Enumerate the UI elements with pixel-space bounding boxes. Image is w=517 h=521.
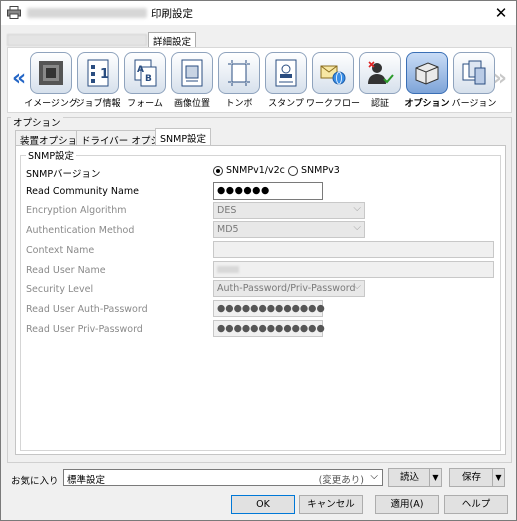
snmp-group-caption: SNMP設定 [26, 148, 77, 162]
auth-password-input[interactable]: ●●●●●●●●●●●●● [213, 300, 325, 317]
favorites-label: お気に入り [11, 476, 59, 487]
favorites-changed: (変更あり) [318, 475, 364, 486]
options-caption: オプション [11, 115, 63, 129]
printer-name-redacted [27, 8, 147, 18]
auth-method-label: Authentication Method [26, 225, 135, 236]
chevron-down-icon: ⌵ [353, 203, 361, 214]
svg-text:1: 1 [100, 67, 109, 82]
printer-icon [7, 6, 21, 19]
encryption-select[interactable]: DES ⌵ [213, 202, 365, 219]
scroll-right-icon[interactable]: » [493, 66, 507, 91]
favorites-value: 標準設定 [67, 475, 106, 486]
read-user-input[interactable] [213, 261, 494, 278]
radio-snmpv3[interactable]: SNMPv3 [288, 165, 340, 176]
stamp-icon [265, 52, 307, 94]
image-position-icon [171, 52, 213, 94]
read-user-label: Read User Name [26, 265, 106, 276]
tool-label: バージョン [451, 99, 497, 109]
read-community-label: Read Community Name [26, 186, 139, 197]
apply-button[interactable]: 適用(A) [375, 495, 439, 514]
radio-label: SNMPv1/v2c [226, 165, 285, 176]
svg-text:A: A [137, 65, 144, 75]
tab-snmp-settings[interactable]: SNMP設定 [155, 128, 212, 146]
save-button[interactable]: 保存 ▼ [449, 468, 505, 487]
load-button-label: 読込 [399, 472, 419, 483]
radio-snmpv1v2c[interactable]: SNMPv1/v2c [213, 165, 285, 176]
workflow-icon [312, 52, 354, 94]
form-icon: AB [124, 52, 166, 94]
tab-printer-redacted[interactable] [7, 34, 147, 46]
ok-button[interactable]: OK [231, 495, 295, 514]
svg-text:B: B [145, 74, 152, 84]
version-icon [453, 52, 495, 94]
job-info-icon: 1 [77, 52, 119, 94]
options-icon [406, 52, 448, 94]
load-dropdown-icon[interactable]: ▼ [429, 469, 441, 486]
crop-marks-icon [218, 52, 260, 94]
read-community-input[interactable]: ●●●●●● [213, 182, 323, 200]
chevron-down-icon: ⌵ [370, 471, 378, 482]
favorites-select[interactable]: 標準設定 (変更あり) ⌵ [63, 469, 383, 486]
close-button[interactable]: ✕ [490, 3, 512, 23]
tab-advanced-settings[interactable]: 詳細設定 [148, 32, 197, 48]
context-name-input[interactable] [213, 241, 494, 258]
context-name-label: Context Name [26, 245, 95, 256]
priv-password-label: Read User Priv-Password [26, 324, 143, 335]
help-button[interactable]: ヘルプ [444, 495, 508, 514]
priv-password-input[interactable]: ●●●●●●●●●●●●● [213, 320, 325, 337]
load-button[interactable]: 読込 ▼ [388, 468, 442, 487]
chevron-down-icon: ⌵ [353, 222, 361, 233]
snmp-panel: SNMP設定 SNMPバージョン SNMPv1/v2c SNMPv3 Read … [15, 145, 506, 455]
encryption-value: DES [217, 205, 237, 216]
radio-label: SNMPv3 [301, 165, 340, 176]
feature-toolbar: « イメージング 1 ジョブ情報 AB フォーム 画像位置 トンボ スタンプ ワ… [7, 47, 512, 113]
window-title: 印刷設定 [151, 8, 193, 20]
authentication-icon [359, 52, 401, 94]
radio-unselected-icon [288, 165, 298, 176]
save-button-label: 保存 [461, 472, 481, 483]
snmp-version-label: SNMPバージョン [26, 169, 101, 180]
title-bar: 印刷設定 ✕ [1, 1, 516, 25]
radio-selected-icon [213, 165, 223, 176]
encryption-label: Encryption Algorithm [26, 205, 127, 216]
security-level-select[interactable]: Auth-Password/Priv-Password ⌵ [213, 280, 365, 297]
scroll-left-icon[interactable]: « [12, 66, 26, 91]
auth-method-select[interactable]: MD5 ⌵ [213, 221, 365, 238]
cancel-button[interactable]: キャンセル [299, 495, 363, 514]
auth-password-label: Read User Auth-Password [26, 304, 148, 315]
print-settings-window: 印刷設定 ✕ 詳細設定 « イメージング 1 ジョブ情報 AB フォーム 画像位… [0, 0, 517, 521]
tool-version[interactable]: バージョン [451, 52, 497, 109]
chevron-down-icon: ⌵ [353, 281, 361, 292]
auth-method-value: MD5 [217, 224, 239, 235]
read-user-value-redacted [217, 266, 239, 273]
security-level-label: Security Level [26, 284, 94, 295]
imaging-icon [30, 52, 72, 94]
security-level-value: Auth-Password/Priv-Password [217, 283, 356, 294]
save-dropdown-icon[interactable]: ▼ [492, 469, 504, 486]
